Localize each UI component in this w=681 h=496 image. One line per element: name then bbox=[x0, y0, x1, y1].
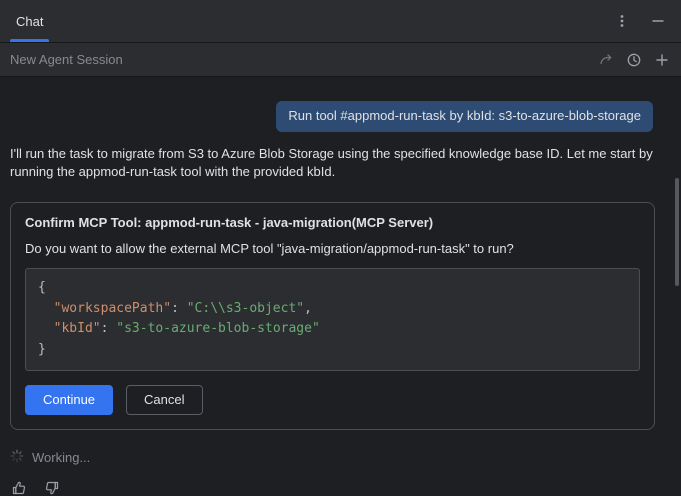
thumbs-down-icon[interactable] bbox=[43, 479, 61, 496]
minimize-icon[interactable] bbox=[647, 10, 669, 32]
cancel-button[interactable]: Cancel bbox=[126, 385, 202, 415]
titlebar-actions bbox=[611, 10, 669, 32]
feedback-row bbox=[10, 479, 671, 496]
confirm-card-question: Do you want to allow the external MCP to… bbox=[25, 241, 640, 256]
user-message-row: Run tool #appmod-run-task by kbId: s3-to… bbox=[10, 101, 671, 132]
restore-chat-icon[interactable] bbox=[595, 49, 617, 71]
json-close-brace: } bbox=[38, 342, 46, 357]
confirm-card-title: Confirm MCP Tool: appmod-run-task - java… bbox=[25, 215, 640, 230]
assistant-message: I'll run the task to migrate from S3 to … bbox=[10, 145, 670, 182]
chat-message-area: Run tool #appmod-run-task by kbId: s3-to… bbox=[0, 77, 681, 496]
tab-chat[interactable]: Chat bbox=[0, 0, 59, 42]
json-comma: , bbox=[304, 301, 312, 316]
status-row: Working... bbox=[10, 449, 671, 466]
json-colon: : bbox=[171, 301, 187, 316]
code-line: { bbox=[38, 278, 627, 299]
vertical-scrollbar[interactable] bbox=[675, 178, 679, 286]
mcp-tool-confirm-card: Confirm MCP Tool: appmod-run-task - java… bbox=[10, 202, 655, 430]
titlebar: Chat bbox=[0, 0, 681, 43]
code-line: "workspacePath": "C:\\s3-object", bbox=[38, 299, 627, 320]
continue-button[interactable]: Continue bbox=[25, 385, 113, 415]
code-line: "kbId": "s3-to-azure-blob-storage" bbox=[38, 319, 627, 340]
json-value-kbid: "s3-to-azure-blob-storage" bbox=[116, 321, 320, 336]
session-bar: New Agent Session bbox=[0, 43, 681, 77]
spinner-icon bbox=[10, 449, 24, 466]
chat-panel: Chat New Agent Session bbox=[0, 0, 681, 496]
json-key-kbid: "kbId" bbox=[54, 321, 101, 336]
json-indent bbox=[38, 301, 54, 316]
json-open-brace: { bbox=[38, 280, 46, 295]
json-value-workspacepath: "C:\\s3-object" bbox=[187, 301, 304, 316]
session-title: New Agent Session bbox=[10, 52, 123, 67]
json-colon: : bbox=[101, 321, 117, 336]
status-text: Working... bbox=[32, 450, 90, 465]
user-message-bubble: Run tool #appmod-run-task by kbId: s3-to… bbox=[276, 101, 653, 132]
confirm-card-buttons: Continue Cancel bbox=[25, 385, 640, 415]
tool-arguments-code-block: { "workspacePath": "C:\\s3-object", "kbI… bbox=[25, 268, 640, 371]
new-session-icon[interactable] bbox=[651, 49, 673, 71]
session-actions bbox=[595, 49, 673, 71]
tab-chat-label: Chat bbox=[16, 14, 43, 29]
thumbs-up-icon[interactable] bbox=[10, 479, 28, 496]
json-indent bbox=[38, 321, 54, 336]
json-key-workspacepath: "workspacePath" bbox=[54, 301, 171, 316]
more-options-icon[interactable] bbox=[611, 10, 633, 32]
history-icon[interactable] bbox=[623, 49, 645, 71]
code-line: } bbox=[38, 340, 627, 361]
tab-active-indicator bbox=[10, 39, 49, 42]
